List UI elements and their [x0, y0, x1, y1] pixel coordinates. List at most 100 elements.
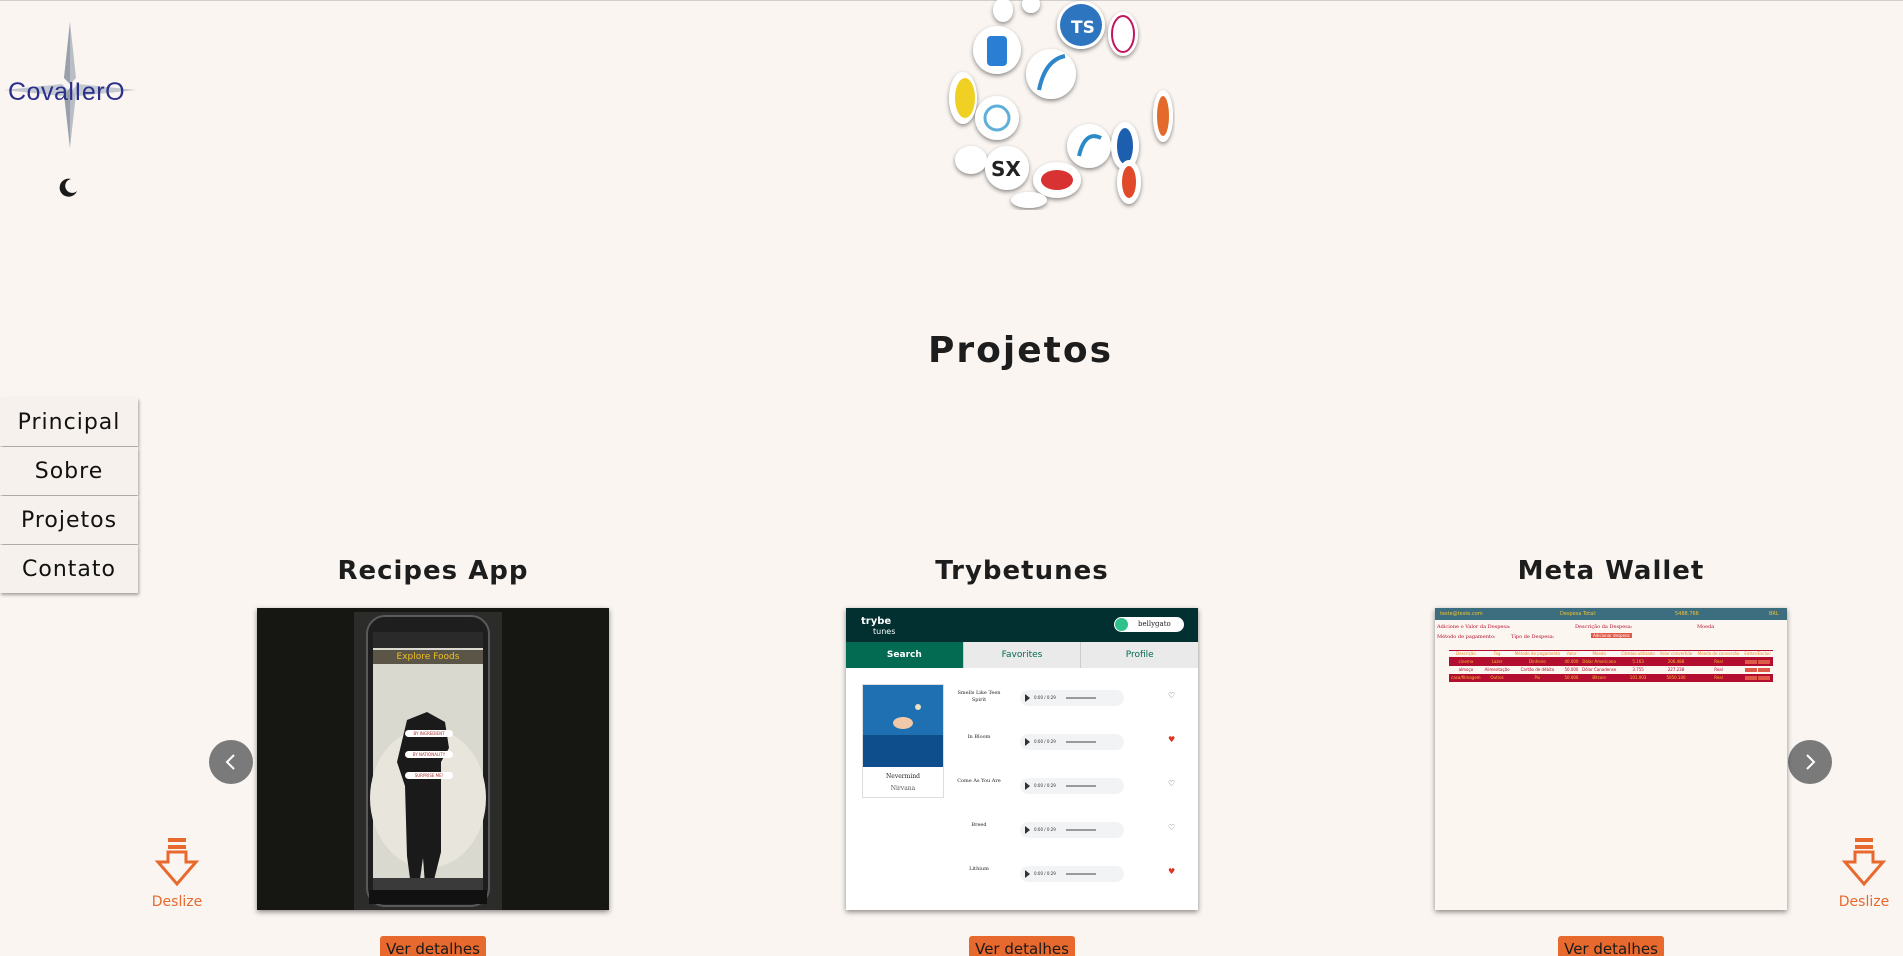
- song-row: Smells Like Teen Spirit 0:00 / 0:29 ♡: [956, 684, 1192, 714]
- audio-player: 0:00 / 0:29: [1020, 866, 1124, 882]
- preview-expense-table: Descrição Tag Método de pagamento Valor Moed…: [1449, 650, 1773, 682]
- preview-user: bellygato: [1138, 620, 1171, 628]
- preview-btn-nationality: BY NATIONALITY: [405, 751, 453, 758]
- song-title: Breed: [971, 822, 987, 828]
- table-row: almoço Alimentação Cartão de débito 50.000 D…: [1449, 666, 1773, 674]
- audio-progress: [1066, 873, 1096, 875]
- nav-item-projetos[interactable]: Projetos: [0, 496, 138, 544]
- audio-time: 0:00 / 0:29: [1034, 827, 1056, 832]
- nav-item-sobre[interactable]: Sobre: [0, 447, 138, 495]
- project-preview-trybetunes[interactable]: trybe tunes bellygato Search Favorites P…: [846, 608, 1198, 910]
- section-title: Projetos: [928, 330, 1113, 371]
- song-row: Lithium 0:00 / 0:29 ♥: [956, 860, 1192, 890]
- table-header-cell: Editar/Excluir: [1742, 650, 1773, 658]
- svg-text:TS: TS: [1071, 18, 1095, 38]
- table-header-cell: Valor convertido: [1657, 650, 1695, 658]
- table-cell: 5.163: [1632, 659, 1644, 664]
- project-title: Trybetunes: [935, 556, 1109, 586]
- scroll-hint-left[interactable]: Deslize: [142, 836, 212, 910]
- table-cell: casa/filmagem: [1451, 675, 1481, 680]
- play-icon: [1025, 826, 1030, 834]
- table-row: cinema Lazer Dinheiro 40.000 Dólar Americano…: [1449, 657, 1773, 667]
- preview-tab-profile: Profile: [1080, 642, 1198, 668]
- table-header-cell: Descrição: [1449, 650, 1483, 658]
- audio-progress: [1066, 697, 1096, 699]
- preview-tag-label: Tipo de Despesa:: [1511, 634, 1555, 640]
- preview-amount: 5488.766: [1675, 611, 1699, 617]
- logo[interactable]: CovalIerO: [0, 18, 140, 153]
- table-header-cell: Valor: [1563, 650, 1580, 658]
- play-icon: [1025, 870, 1030, 878]
- preview-desc-label: Descrição da Despesa:: [1575, 624, 1633, 630]
- song-title: Come As You Are: [957, 778, 1001, 784]
- table-header-cell: Método de pagamento: [1511, 650, 1564, 658]
- audio-progress: [1066, 829, 1096, 831]
- table-cell: 227.238: [1667, 667, 1685, 672]
- edit-delete-actions: [1742, 666, 1773, 674]
- preview-coin-label: Moeda: [1697, 624, 1715, 630]
- play-icon: [1025, 738, 1030, 746]
- table-header-cell: Moeda de conversão: [1694, 650, 1743, 658]
- edit-delete-actions: [1742, 674, 1773, 682]
- preview-wallet-header: teste@teste.com Despesa Total: 5488.766 …: [1435, 608, 1787, 620]
- preview-email: teste@teste.com: [1440, 611, 1483, 617]
- project-title: Recipes App: [337, 556, 529, 586]
- song-title: Lithium: [969, 866, 989, 872]
- edit-icon: [1745, 667, 1758, 672]
- preview-tabs: Search Favorites Profile: [846, 642, 1198, 668]
- table-cell: Real: [1714, 659, 1723, 664]
- chevron-right-icon: [1806, 754, 1816, 770]
- table-cell: 50.000: [1564, 667, 1579, 672]
- audio-player: 0:00 / 0:29: [1020, 778, 1124, 794]
- table-cell: Dinheiro: [1528, 659, 1546, 664]
- project-preview-wallet[interactable]: teste@teste.com Despesa Total: 5488.766 …: [1435, 608, 1787, 910]
- preview-album-card: Nevermind Nirvana: [862, 684, 944, 798]
- preview-total-label: Despesa Total:: [1560, 611, 1597, 617]
- arrow-down-icon: [1841, 838, 1887, 887]
- table-row: casa/filmagem Outros Pix 50.000 Bitcoin 101.0…: [1449, 674, 1773, 682]
- audio-time: 0:00 / 0:29: [1034, 695, 1056, 700]
- chevron-left-icon: [225, 754, 235, 770]
- nav-item-contato[interactable]: Contato: [0, 545, 138, 593]
- user-avatar-icon: [1115, 618, 1128, 631]
- carousel-prev-button[interactable]: [209, 740, 253, 784]
- table-cell: Dólar Americano: [1582, 659, 1616, 664]
- preview-form-label: Adicione o Valor da Despesa:: [1437, 624, 1511, 630]
- table-cell: Real: [1714, 675, 1723, 680]
- table-cell: Dólar Canadense: [1582, 667, 1617, 672]
- table-cell: 50.000: [1564, 675, 1579, 680]
- preview-artist: Nirvana: [890, 785, 916, 792]
- moon-icon: [59, 178, 77, 197]
- nav-item-principal[interactable]: Principal: [0, 398, 138, 446]
- audio-progress: [1066, 741, 1096, 743]
- table-header-cell: Câmbio utilizado: [1618, 650, 1658, 658]
- favorite-heart-icon: ♥: [1168, 735, 1176, 744]
- ver-detalhes-button[interactable]: Ver detalhes: [380, 936, 486, 956]
- preview-album: Nevermind: [886, 773, 920, 780]
- audio-player: 0:00 / 0:29: [1020, 734, 1124, 750]
- logo-text: CovalIerO: [8, 78, 126, 106]
- song-row: In Bloom 0:00 / 0:29 ♥: [956, 728, 1192, 758]
- ver-detalhes-button[interactable]: Ver detalhes: [1558, 936, 1664, 956]
- table-header-cell: Moeda: [1579, 650, 1619, 658]
- favorite-heart-icon: ♥: [1168, 867, 1176, 876]
- preview-brand-top: trybe: [861, 616, 892, 627]
- edit-delete-actions: [1742, 658, 1773, 667]
- scroll-hint-right[interactable]: Deslize: [1829, 836, 1899, 910]
- project-title: Meta Wallet: [1517, 556, 1705, 586]
- dark-mode-toggle[interactable]: [56, 176, 80, 200]
- edit-icon: [1745, 659, 1758, 664]
- song-title: In Bloom: [967, 734, 991, 740]
- project-preview-recipes[interactable]: Explore Foods BY INGREDIENT BY NATIONALI…: [257, 608, 609, 910]
- favorite-heart-icon: ♡: [1168, 691, 1176, 700]
- preview-btn-surprise: SURPRISE ME!: [405, 772, 453, 779]
- ver-detalhes-button[interactable]: Ver detalhes: [969, 936, 1075, 956]
- table-cell: Bitcoin: [1592, 675, 1607, 680]
- song-row: Come As You Are 0:00 / 0:29 ♡: [956, 772, 1192, 802]
- table-cell: 5050.100: [1666, 675, 1686, 680]
- carousel-next-button[interactable]: [1788, 740, 1832, 784]
- audio-time: 0:00 / 0:29: [1034, 739, 1056, 744]
- audio-time: 0:00 / 0:29: [1034, 783, 1056, 788]
- play-icon: [1025, 694, 1030, 702]
- table-cell: Lazer: [1491, 659, 1503, 664]
